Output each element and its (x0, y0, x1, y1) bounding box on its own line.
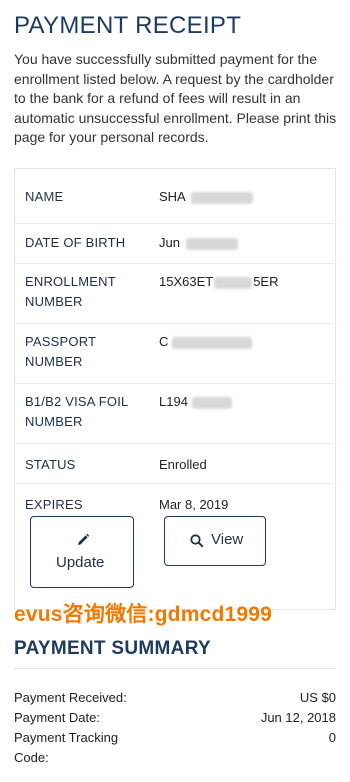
view-button-label: View (211, 531, 244, 548)
detail-row-enrollment-number: ENROLLMENT NUMBER 15X63ET 5ER (15, 263, 337, 323)
page-title: PAYMENT RECEIPT (14, 12, 242, 39)
summary-label: Payment Date: (14, 710, 100, 725)
redaction-blur (214, 276, 253, 289)
update-button[interactable]: Update (30, 516, 134, 588)
summary-row-date: Payment Date: Jun 12, 2018 (14, 708, 336, 728)
detail-row-name: NAME SHA (15, 169, 337, 223)
detail-label: EXPIRES (25, 497, 83, 512)
intro-text: You have successfully submitted payment … (14, 51, 337, 145)
watermark-text: evus咨询微信:gdmcd1999 (14, 603, 273, 626)
redaction-blur (172, 336, 253, 349)
detail-label: B1/B2 VISA FOIL NUMBER (25, 394, 128, 429)
receipt-page: PAYMENT RECEIPT You have successfully su… (0, 0, 350, 782)
expires-value: Mar 8, 2019 (159, 497, 229, 512)
pencil-icon (78, 533, 90, 545)
enrollment-number-tail: 5ER (253, 274, 279, 289)
summary-divider (14, 668, 336, 669)
detail-row-passport: PASSPORT NUMBER C (15, 323, 337, 383)
detail-value: C (159, 332, 253, 352)
summary-label: Payment Tracking Code: (14, 730, 119, 765)
detail-label: DATE OF BIRTH (25, 235, 126, 250)
detail-label: PASSPORT NUMBER (25, 334, 96, 369)
summary-value: US $0 (299, 690, 336, 705)
update-button-label: Update (56, 554, 105, 571)
detail-row-status: STATUS Enrolled (15, 443, 337, 483)
summary-row-received: Payment Received: US $0 (14, 688, 336, 708)
name-value: SHA (159, 189, 186, 204)
summary-value: Jun 12, 2018 (260, 710, 336, 725)
detail-row-dob: DATE OF BIRTH Jun (15, 223, 337, 263)
enrollment-number-value: 15X63ET (159, 274, 214, 289)
search-icon (190, 534, 204, 548)
detail-label: STATUS (25, 457, 76, 472)
detail-value: SHA (159, 187, 253, 207)
passport-value: C (159, 334, 169, 349)
summary-row-tracking-code: Payment Tracking Code: 0 (14, 728, 336, 768)
summary-label: Payment Received: (14, 690, 127, 705)
redaction-blur (190, 191, 253, 204)
summary-value: 0 (328, 730, 336, 745)
detail-label: NAME (25, 189, 64, 204)
detail-row-visa-foil: B1/B2 VISA FOIL NUMBER L194 (15, 383, 337, 443)
visa-foil-value: L194 (159, 394, 188, 409)
status-value: Enrolled (159, 457, 207, 472)
view-button[interactable]: View (164, 516, 266, 566)
redaction-blur (191, 396, 232, 409)
redaction-blur (185, 237, 238, 250)
detail-value: L194 (159, 392, 232, 412)
summary-title: PAYMENT SUMMARY (14, 638, 211, 659)
detail-label: ENROLLMENT NUMBER (25, 274, 116, 309)
dob-value: Jun (159, 235, 180, 250)
detail-value: Jun (159, 233, 238, 253)
detail-value: 15X63ET 5ER (159, 272, 279, 292)
